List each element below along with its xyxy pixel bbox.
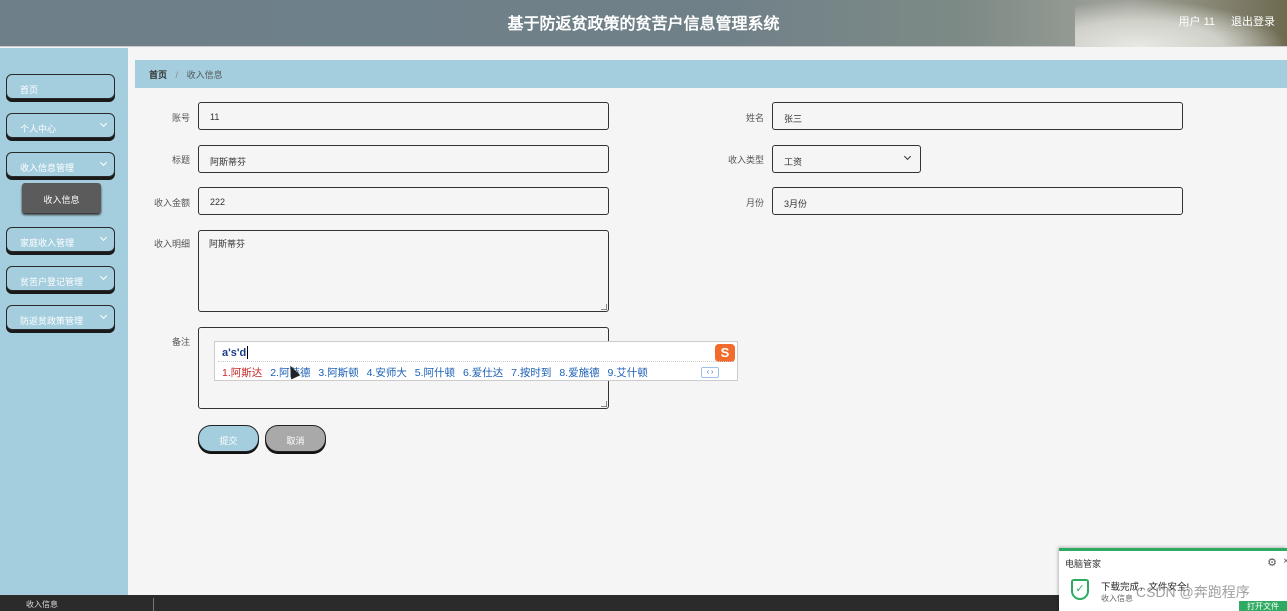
shield-check-icon: ✓ bbox=[1071, 579, 1089, 600]
watermark: CSDN @奔跑程序 bbox=[1136, 584, 1250, 600]
top-header: 基于防返贫政策的贫苦户信息管理系统 用户 11 退出登录 bbox=[0, 0, 1287, 47]
app-title: 基于防返贫政策的贫苦户信息管理系统 bbox=[507, 16, 780, 33]
ime-candidate[interactable]: 4.安师大 bbox=[367, 367, 407, 379]
ime-composition: a's'd bbox=[222, 347, 247, 359]
sidebar-item-personal-center[interactable]: 个人中心 bbox=[6, 113, 115, 138]
sidebar-item-poor-household[interactable]: 贫苦户登记管理 bbox=[6, 266, 115, 291]
sidebar-item-label: 防返贫政策管理 bbox=[20, 316, 84, 326]
detail-value: 阿斯蒂芬 bbox=[209, 239, 246, 249]
chevron-down-icon bbox=[99, 311, 108, 320]
name-label: 姓名 bbox=[745, 113, 764, 123]
gear-icon[interactable]: ⚙ bbox=[1267, 556, 1277, 569]
month-field[interactable]: 3月份 bbox=[772, 187, 1183, 215]
sidebar-item-home[interactable]: 首页 bbox=[6, 74, 115, 99]
ime-candidate[interactable]: 3.阿斯顿 bbox=[318, 367, 358, 379]
sogou-logo-icon: S bbox=[715, 344, 735, 362]
amount-label: 收入金额 bbox=[153, 198, 190, 208]
ime-candidate[interactable]: 6.爱仕达 bbox=[463, 367, 503, 379]
income-type-value: 工资 bbox=[784, 157, 803, 167]
sidebar: 首页 个人中心 收入信息管理 家庭收入管理 贫苦户登记管理 防返贫政策管理 bbox=[0, 48, 128, 596]
taskbar-app-label[interactable]: 收入信息 bbox=[26, 599, 58, 610]
sidebar-item-income-management[interactable]: 收入信息管理 bbox=[6, 152, 115, 177]
ime-candidate[interactable]: 5.阿什顿 bbox=[415, 367, 455, 379]
account-field[interactable]: 11 bbox=[198, 102, 609, 130]
toast-app-name: 电脑管家 bbox=[1065, 559, 1102, 569]
remark-label: 备注 bbox=[171, 337, 190, 347]
logout-link[interactable]: 退出登录 bbox=[1231, 13, 1275, 29]
breadcrumb-current: 收入信息 bbox=[186, 70, 223, 80]
close-icon[interactable]: × bbox=[1283, 556, 1287, 567]
resize-handle-icon[interactable] bbox=[601, 401, 607, 407]
current-user: 用户 11 bbox=[1178, 16, 1215, 28]
sidebar-item-label: 家庭收入管理 bbox=[20, 238, 75, 248]
sidebar-item-policy[interactable]: 防返贫政策管理 bbox=[6, 305, 115, 330]
text-caret bbox=[247, 346, 248, 359]
amount-field[interactable]: 222 bbox=[198, 187, 609, 215]
ime-page-arrows-icon[interactable]: ‹ › bbox=[701, 367, 719, 378]
sidebar-item-label: 贫苦户登记管理 bbox=[20, 277, 84, 287]
ime-divider bbox=[218, 361, 734, 362]
open-file-button[interactable]: 打开文件 bbox=[1239, 601, 1287, 611]
name-field[interactable]: 张三 bbox=[772, 102, 1183, 130]
taskbar-divider bbox=[153, 598, 154, 611]
ime-candidate[interactable]: 1.阿斯达 bbox=[222, 367, 262, 379]
ime-candidate[interactable]: 8.爱施德 bbox=[559, 367, 599, 379]
submit-button[interactable]: 提交 bbox=[198, 425, 259, 452]
detail-textarea[interactable]: 阿斯蒂芬 bbox=[198, 230, 609, 312]
ime-candidate[interactable]: 9.艾什顿 bbox=[608, 367, 648, 379]
chevron-down-icon bbox=[99, 119, 108, 128]
sidebar-subitem-income-info[interactable]: 收入信息 bbox=[22, 183, 101, 213]
toast-file-name: 收入信息 bbox=[1101, 594, 1133, 603]
title-label: 标题 bbox=[171, 155, 190, 165]
breadcrumb: 首页 / 收入信息 bbox=[135, 60, 1287, 88]
sidebar-item-label: 收入信息管理 bbox=[20, 163, 75, 173]
resize-handle-icon[interactable] bbox=[601, 304, 607, 310]
cancel-button[interactable]: 取消 bbox=[265, 425, 326, 452]
breadcrumb-separator: / bbox=[175, 70, 179, 80]
chevron-down-icon bbox=[99, 158, 108, 167]
income-type-label: 收入类型 bbox=[727, 155, 764, 165]
chevron-down-icon bbox=[99, 272, 108, 281]
breadcrumb-home[interactable]: 首页 bbox=[149, 70, 167, 80]
ime-candidate[interactable]: 7.按时到 bbox=[511, 367, 551, 379]
income-type-select[interactable]: 工资 bbox=[772, 145, 921, 173]
sidebar-item-label: 个人中心 bbox=[20, 124, 57, 134]
month-label: 月份 bbox=[745, 198, 764, 208]
account-label: 账号 bbox=[171, 113, 190, 123]
title-field[interactable]: 阿斯蒂芬 bbox=[198, 145, 609, 173]
chevron-down-icon bbox=[99, 233, 108, 242]
sidebar-item-family-income[interactable]: 家庭收入管理 bbox=[6, 227, 115, 252]
chevron-down-icon bbox=[903, 152, 912, 161]
sidebar-item-label: 首页 bbox=[20, 85, 39, 95]
detail-label: 收入明细 bbox=[153, 239, 190, 249]
